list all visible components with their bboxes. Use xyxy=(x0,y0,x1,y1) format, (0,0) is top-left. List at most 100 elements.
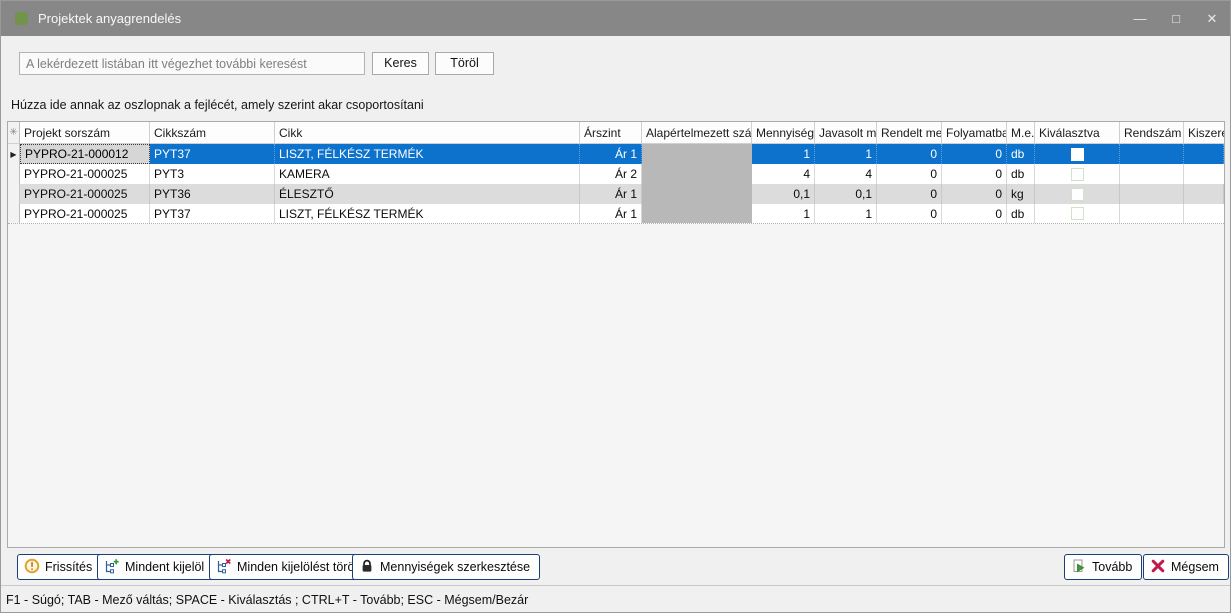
cell-alapertelmezett-szallito[interactable] xyxy=(642,204,752,223)
cell-rendszam[interactable] xyxy=(1120,204,1184,223)
cell-rendelt-mennyiseg[interactable]: 0 xyxy=(877,144,942,164)
table-row[interactable]: PYPRO-21-000025 PYT36 ÉLESZTŐ Ár 1 0,1 0… xyxy=(8,184,1224,204)
cell-mennyiseg[interactable]: 1 xyxy=(752,144,815,164)
cell-javasolt-mennyiseg[interactable]: 1 xyxy=(815,204,877,223)
column-header-arszint[interactable]: Árszint xyxy=(580,122,642,144)
current-row-marker-icon: ▶ xyxy=(10,150,16,159)
window-title: Projektek anyagrendelés xyxy=(38,11,181,26)
cell-kiszereles[interactable] xyxy=(1184,164,1224,184)
group-by-hint: Húzza ide annak az oszlopnak a fejlécét,… xyxy=(11,98,424,112)
clear-selection-button-label: Minden kijelölést töröl xyxy=(237,560,357,574)
cell-folyamatban[interactable]: 0 xyxy=(942,204,1007,223)
cell-me[interactable]: db xyxy=(1007,204,1035,223)
cell-alapertelmezett-szallito[interactable] xyxy=(642,164,752,184)
clear-search-button[interactable]: Töröl xyxy=(435,52,494,75)
maximize-button[interactable]: □ xyxy=(1158,1,1194,36)
cell-cikkszam[interactable]: PYT37 xyxy=(150,204,275,223)
cell-mennyiseg[interactable]: 0,1 xyxy=(752,184,815,204)
cell-rendelt-mennyiseg[interactable]: 0 xyxy=(877,184,942,204)
column-header-kivalasztva[interactable]: Kiválasztva xyxy=(1035,122,1120,144)
cell-javasolt-mennyiseg[interactable]: 0,1 xyxy=(815,184,877,204)
cell-arszint[interactable]: Ár 1 xyxy=(580,184,642,204)
cell-arszint[interactable]: Ár 2 xyxy=(580,164,642,184)
cell-javasolt-mennyiseg[interactable]: 4 xyxy=(815,164,877,184)
search-input[interactable] xyxy=(19,52,365,75)
status-bar-text: F1 - Súgó; TAB - Mező váltás; SPACE - Ki… xyxy=(6,593,528,607)
cell-me[interactable]: db xyxy=(1007,164,1035,184)
row-indicator xyxy=(8,184,20,204)
column-header-kiszereles[interactable]: Kiszere xyxy=(1184,122,1224,144)
cell-cikkszam[interactable]: PYT3 xyxy=(150,164,275,184)
cell-cikk[interactable]: LISZT, FÉLKÉSZ TERMÉK xyxy=(275,144,580,164)
cell-kiszereles[interactable] xyxy=(1184,144,1224,164)
column-header-projekt-sorszam[interactable]: Projekt sorszám xyxy=(20,122,150,144)
table-row[interactable]: ▶ PYPRO-21-000012 PYT37 LISZT, FÉLKÉSZ T… xyxy=(8,144,1224,164)
select-all-button-label: Mindent kijelöl xyxy=(125,560,204,574)
cell-cikkszam[interactable]: PYT37 xyxy=(150,144,275,164)
column-header-folyamatban[interactable]: Folyamatba xyxy=(942,122,1007,144)
cell-kivalasztva xyxy=(1035,164,1120,184)
column-header-rendszam[interactable]: Rendszám xyxy=(1120,122,1184,144)
app-window: Projektek anyagrendelés — □ ✕ Keres Törö… xyxy=(0,0,1231,613)
cell-rendelt-mennyiseg[interactable]: 0 xyxy=(877,164,942,184)
column-header-me[interactable]: M.e. xyxy=(1007,122,1035,144)
row-indicator xyxy=(8,204,20,223)
cell-rendszam[interactable] xyxy=(1120,164,1184,184)
refresh-button[interactable]: Frissítés xyxy=(17,554,102,580)
close-button[interactable]: ✕ xyxy=(1194,1,1230,36)
cell-arszint[interactable]: Ár 1 xyxy=(580,204,642,223)
next-button[interactable]: Tovább xyxy=(1064,554,1142,580)
cell-mennyiseg[interactable]: 4 xyxy=(752,164,815,184)
cell-rendszam[interactable] xyxy=(1120,184,1184,204)
cell-kivalasztva xyxy=(1035,144,1120,164)
column-header-mennyiseg[interactable]: Mennyiség xyxy=(752,122,815,144)
cell-kivalasztva xyxy=(1035,184,1120,204)
row-checkbox[interactable] xyxy=(1071,148,1084,161)
cell-kiszereles[interactable] xyxy=(1184,184,1224,204)
cell-projekt-sorszam[interactable]: PYPRO-21-000012 xyxy=(20,144,150,164)
cell-kivalasztva xyxy=(1035,204,1120,223)
cell-kiszereles[interactable] xyxy=(1184,204,1224,223)
next-button-label: Tovább xyxy=(1092,560,1132,574)
row-checkbox[interactable] xyxy=(1071,188,1084,201)
cell-cikk[interactable]: KAMERA xyxy=(275,164,580,184)
edit-quantities-button[interactable]: Mennyiségek szerkesztése xyxy=(352,554,540,580)
clear-selection-button[interactable]: Minden kijelölést töröl xyxy=(209,554,367,580)
edit-quantities-button-label: Mennyiségek szerkesztése xyxy=(380,560,530,574)
cell-folyamatban[interactable]: 0 xyxy=(942,184,1007,204)
cell-rendszam[interactable] xyxy=(1120,144,1184,164)
select-all-button[interactable]: Mindent kijelöl xyxy=(97,554,214,580)
column-header-cikk[interactable]: Cikk xyxy=(275,122,580,144)
cell-folyamatban[interactable]: 0 xyxy=(942,144,1007,164)
clear-selection-tree-icon xyxy=(216,558,232,577)
cell-cikk[interactable]: ÉLESZTŐ xyxy=(275,184,580,204)
cell-me[interactable]: kg xyxy=(1007,184,1035,204)
row-indicator: ▶ xyxy=(8,144,20,164)
row-indicator xyxy=(8,164,20,184)
minimize-button[interactable]: — xyxy=(1122,1,1158,36)
column-header-javasolt-mennyiseg[interactable]: Javasolt me xyxy=(815,122,877,144)
cell-projekt-sorszam[interactable]: PYPRO-21-000025 xyxy=(20,204,150,223)
row-checkbox[interactable] xyxy=(1071,207,1084,220)
table-row[interactable]: PYPRO-21-000025 PYT3 KAMERA Ár 2 4 4 0 0… xyxy=(8,164,1224,184)
cancel-button[interactable]: Mégsem xyxy=(1143,554,1229,580)
cell-alapertelmezett-szallito[interactable] xyxy=(642,144,752,164)
search-button[interactable]: Keres xyxy=(372,52,429,75)
column-header-cikkszam[interactable]: Cikkszám xyxy=(150,122,275,144)
cell-arszint[interactable]: Ár 1 xyxy=(580,144,642,164)
cell-cikkszam[interactable]: PYT36 xyxy=(150,184,275,204)
row-checkbox[interactable] xyxy=(1071,168,1084,181)
cell-projekt-sorszam[interactable]: PYPRO-21-000025 xyxy=(20,184,150,204)
cell-rendelt-mennyiseg[interactable]: 0 xyxy=(877,204,942,223)
cell-folyamatban[interactable]: 0 xyxy=(942,164,1007,184)
cell-javasolt-mennyiseg[interactable]: 1 xyxy=(815,144,877,164)
cell-alapertelmezett-szallito[interactable] xyxy=(642,184,752,204)
cell-me[interactable]: db xyxy=(1007,144,1035,164)
column-header-alapertelmezett-szallito[interactable]: Alapértelmezett szállí xyxy=(642,122,752,144)
cell-cikk[interactable]: LISZT, FÉLKÉSZ TERMÉK xyxy=(275,204,580,223)
cell-projekt-sorszam[interactable]: PYPRO-21-000025 xyxy=(20,164,150,184)
column-header-rendelt-mennyiseg[interactable]: Rendelt mei xyxy=(877,122,942,144)
cell-mennyiseg[interactable]: 1 xyxy=(752,204,815,223)
lock-icon xyxy=(359,558,375,577)
table-row[interactable]: PYPRO-21-000025 PYT37 LISZT, FÉLKÉSZ TER… xyxy=(8,204,1224,224)
